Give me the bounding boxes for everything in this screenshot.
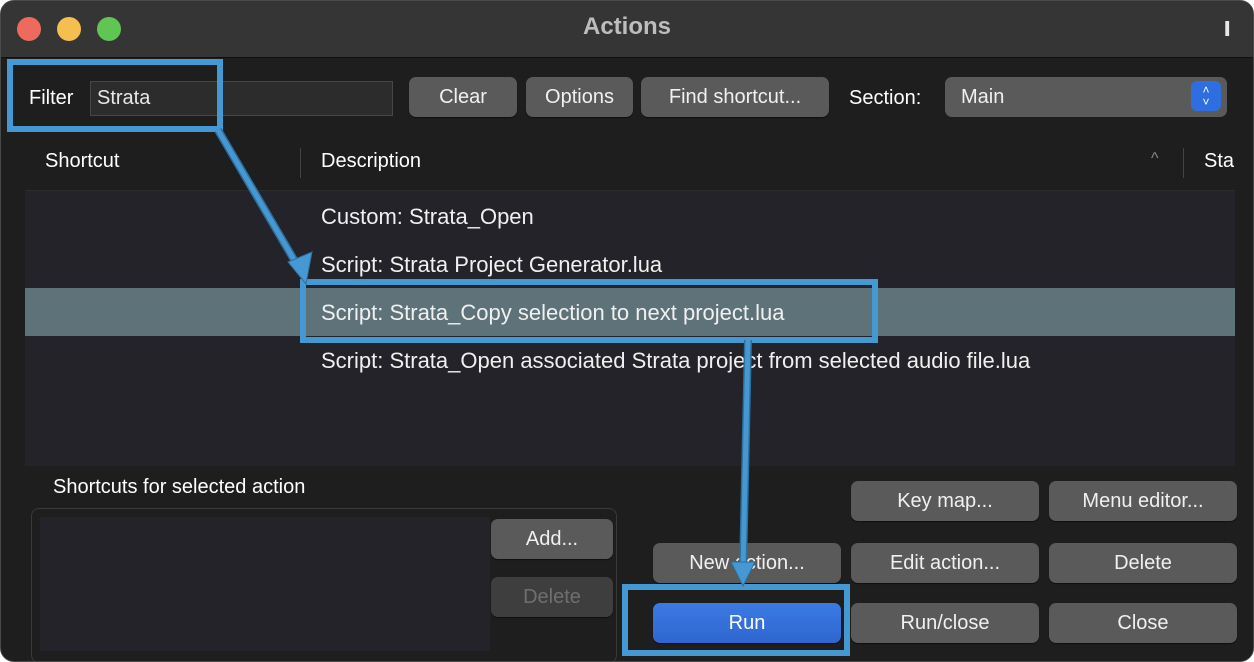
arrow-head-icon bbox=[730, 561, 756, 588]
arrow-filter-to-row-inner bbox=[215, 128, 303, 272]
annotation-arrows bbox=[214, 127, 756, 588]
